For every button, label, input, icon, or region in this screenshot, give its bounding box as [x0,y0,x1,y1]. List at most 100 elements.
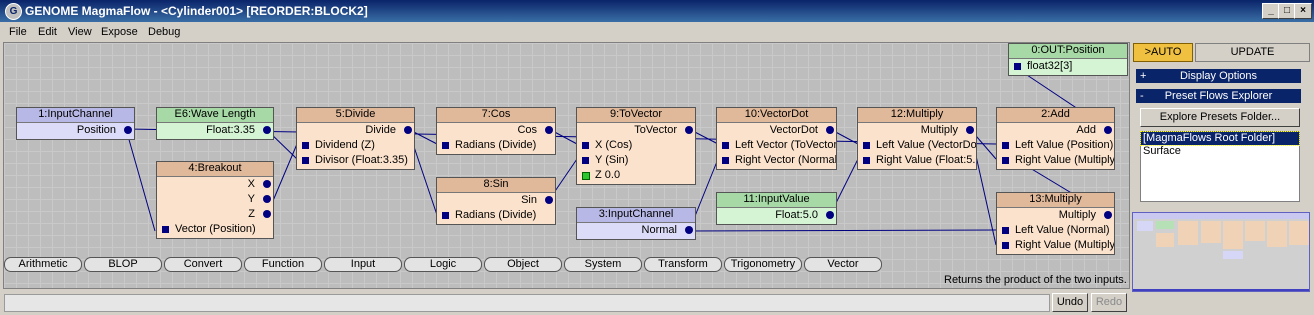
menu-expose[interactable]: Expose [101,26,138,38]
menu-debug[interactable]: Debug [148,26,180,38]
flow-minimap[interactable] [1132,212,1310,292]
output-socket[interactable] [124,126,132,134]
minimap-viewport [1133,289,1309,291]
node-wave-length[interactable]: E6:Wave Length Float:3.35 [156,107,274,140]
category-input[interactable]: Input [324,257,402,272]
node-title: 8:Sin [437,178,555,193]
node-title: 3:InputChannel [577,208,695,223]
node-inputvalue[interactable]: 11:InputValue Float:5.0 [716,192,837,225]
node-vectordot[interactable]: 10:VectorDot VectorDot Left Vector (ToVe… [716,107,837,170]
category-trigonometry[interactable]: Trigonometry [724,257,802,272]
output-socket[interactable] [1104,211,1112,219]
input-socket[interactable] [722,157,729,164]
output-socket[interactable] [545,126,553,134]
input-socket[interactable] [302,142,309,149]
node-multiply-12[interactable]: 12:Multiply Multiply Left Value (VectorD… [857,107,977,170]
input-socket[interactable] [863,157,870,164]
input-socket[interactable] [442,212,449,219]
input-socket[interactable] [582,142,589,149]
category-transform[interactable]: Transform [644,257,722,272]
minimap-node [1156,221,1174,229]
category-arithmetic[interactable]: Arithmetic [4,257,82,272]
node-sin[interactable]: 8:Sin Sin Radians (Divide) [436,177,556,225]
output-socket[interactable] [826,126,834,134]
collapse-icon: - [1140,90,1144,102]
input-label: Dividend (Z) [315,139,375,151]
node-inputchannel-normal[interactable]: 3:InputChannel Normal [576,207,696,240]
node-divide[interactable]: 5:Divide Divide Dividend (Z) Divisor (Fl… [296,107,415,170]
output-socket[interactable] [826,211,834,219]
node-title: 5:Divide [297,108,414,123]
input-label: X (Cos) [595,139,633,151]
input-socket[interactable] [442,142,449,149]
menu-view[interactable]: View [68,26,92,38]
input-socket[interactable] [1002,157,1009,164]
output-socket[interactable] [263,180,271,188]
category-logic[interactable]: Logic [404,257,482,272]
node-inputchannel-position[interactable]: 1:InputChannel Position [16,107,135,140]
input-socket[interactable] [582,157,589,164]
output-label: Float:5.0 [775,209,818,221]
genome-app-icon: G [5,3,22,20]
preset-flows-rollout[interactable]: - Preset Flows Explorer [1136,89,1301,103]
auto-update-toggle[interactable]: >AUTO [1133,43,1193,62]
output-label: Sin [521,194,537,206]
category-object[interactable]: Object [484,257,562,272]
node-tovector[interactable]: 9:ToVector ToVector X (Cos) Y (Sin) Z 0.… [576,107,696,185]
node-add[interactable]: 2:Add Add Left Value (Position) Right Va… [996,107,1115,170]
node-title: 12:Multiply [858,108,976,123]
input-socket[interactable] [722,142,729,149]
input-socket[interactable] [302,157,309,164]
rollout-title: Preset Flows Explorer [1164,90,1273,102]
category-vector[interactable]: Vector [804,257,882,272]
display-options-rollout[interactable]: + Display Options [1136,69,1301,83]
menu-file[interactable]: File [9,26,27,38]
undo-button[interactable]: Undo [1052,293,1088,312]
list-item[interactable]: [MagmaFlows Root Folder] [1140,131,1300,146]
menu-edit[interactable]: Edit [38,26,57,38]
input-socket[interactable] [1014,63,1021,70]
close-button[interactable]: × [1294,3,1312,19]
category-system[interactable]: System [564,257,642,272]
command-field[interactable] [4,294,1050,312]
node-multiply-13[interactable]: 13:Multiply Multiply Left Value (Normal)… [996,192,1115,255]
node-out-position[interactable]: 0:OUT:Position float32[3] [1008,43,1128,76]
category-blop[interactable]: BLOP [84,257,162,272]
output-socket[interactable] [545,196,553,204]
node-title: 13:Multiply [997,193,1114,208]
category-function[interactable]: Function [244,257,322,272]
output-label: Add [1076,124,1096,136]
output-socket[interactable] [685,126,693,134]
output-socket[interactable] [1104,126,1112,134]
minimap-node [1223,251,1243,259]
input-label: Right Value (Multiply) [1015,239,1114,251]
output-label: Y [247,193,255,205]
title-bar: G GENOME MagmaFlow - <Cylinder001> [REOR… [0,0,1314,22]
node-breakout[interactable]: 4:Breakout X Y Z Vector (Position) [156,161,274,239]
explore-presets-button[interactable]: Explore Presets Folder... [1140,108,1300,127]
update-button[interactable]: UPDATE [1195,43,1310,62]
output-socket[interactable] [966,126,974,134]
input-socket[interactable] [863,142,870,149]
output-socket[interactable] [263,195,271,203]
output-socket[interactable] [263,210,271,218]
input-label: Left Value (Normal) [1015,224,1110,236]
output-socket[interactable] [404,126,412,134]
category-convert[interactable]: Convert [164,257,242,272]
output-socket[interactable] [263,126,271,134]
constant-input-socket[interactable] [582,172,590,180]
flow-canvas[interactable]: 1:InputChannel Position E6:Wave Length F… [3,42,1130,289]
input-label: Left Value (VectorDot) [876,139,976,151]
input-socket[interactable] [1002,142,1009,149]
input-socket[interactable] [1002,227,1009,234]
output-label: Z [248,208,255,220]
output-label: X [247,178,255,190]
input-socket[interactable] [1002,242,1009,249]
node-cos[interactable]: 7:Cos Cos Radians (Divide) [436,107,556,155]
redo-button[interactable]: Redo [1091,293,1127,312]
input-socket[interactable] [162,226,169,233]
output-socket[interactable] [685,226,693,234]
list-item[interactable]: Surface [1141,145,1299,158]
input-label: Left Vector (ToVector) [735,139,836,151]
preset-list[interactable]: [MagmaFlows Root Folder] Surface [1140,131,1300,202]
